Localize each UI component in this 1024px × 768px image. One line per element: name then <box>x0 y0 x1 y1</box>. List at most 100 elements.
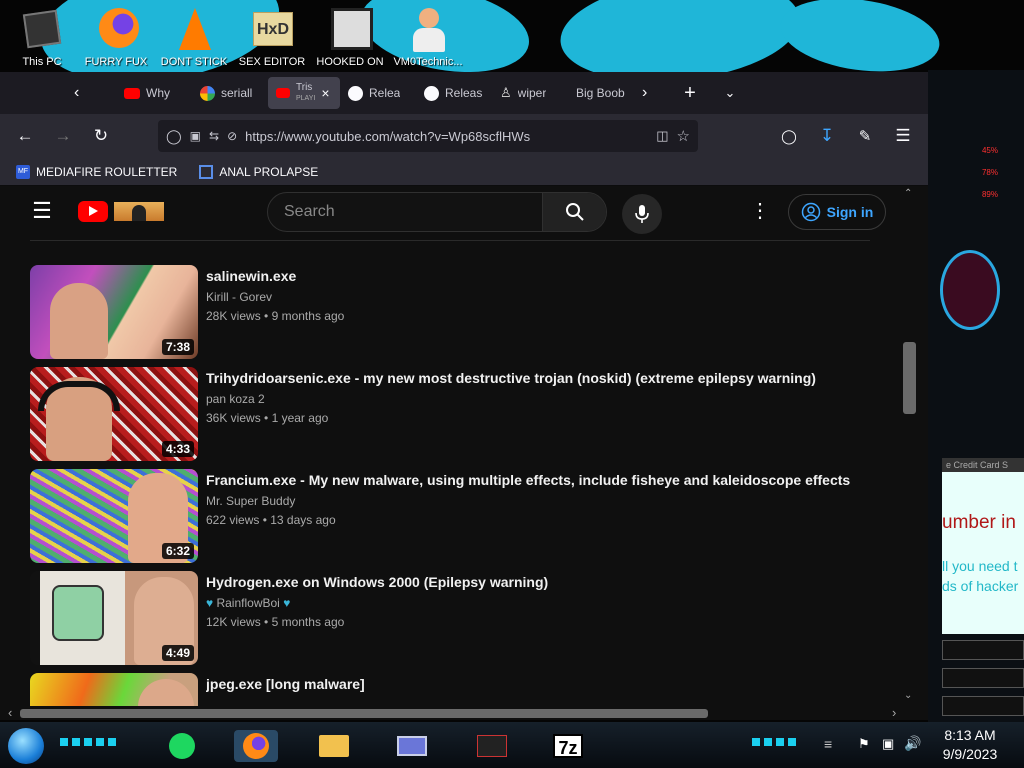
input-box[interactable] <box>942 696 1024 716</box>
tab-label: Why <box>146 86 170 100</box>
autoplay-blocked-icon[interactable]: ⊘ <box>227 129 237 143</box>
video-item[interactable]: 4:49 Hydrogen.exe on Windows 2000 (Epile… <box>30 571 890 667</box>
sign-in-button[interactable]: Sign in <box>788 194 886 230</box>
search-icon <box>565 203 584 221</box>
tab-active-video[interactable]: Tris PLAYI × <box>268 77 340 109</box>
scroll-down-arrow-icon[interactable]: ⌄ <box>904 690 912 701</box>
tab-big[interactable]: Big Boob <box>568 77 634 109</box>
horizontal-scrollbar[interactable]: ‹ › <box>0 705 918 720</box>
bookmark-mediafire-rouletter[interactable]: MF MEDIAFIRE ROULETTER <box>16 164 177 179</box>
taskbar-7zip[interactable]: 7z <box>546 730 590 762</box>
app-menu-button[interactable]: ☰ <box>888 121 918 151</box>
network-icon[interactable]: ▣ <box>882 736 894 752</box>
video-thumbnail[interactable]: 7:38 <box>30 265 198 359</box>
input-box[interactable] <box>942 640 1024 660</box>
tab-release-1[interactable]: Relea <box>340 77 416 109</box>
taskbar-terminal-app[interactable] <box>470 730 514 762</box>
search-button[interactable] <box>542 193 606 231</box>
bookmark-star-icon[interactable]: ☆ <box>677 127 690 145</box>
tab-scroll-left[interactable]: ‹ <box>66 77 116 109</box>
video-thumbnail[interactable]: 4:49 <box>30 571 198 665</box>
permissions-icon[interactable]: ⇆ <box>209 129 219 143</box>
tab-release-2[interactable]: Releas <box>416 77 492 109</box>
tab-scroll-right[interactable]: › <box>634 77 670 109</box>
volume-icon[interactable]: 🔊 <box>904 735 921 752</box>
video-age: 5 months ago <box>271 615 345 629</box>
scroll-left-arrow-icon[interactable]: ‹ <box>8 705 12 720</box>
clock[interactable]: 8:13 AM 9/9/2023 <box>934 726 1006 764</box>
desktop-icon-sex-editor[interactable]: HxD SEX EDITOR <box>236 4 308 68</box>
taskbar-notes-app[interactable] <box>160 730 204 762</box>
desktop-icon-vm0technic[interactable]: VM0Technic... <box>392 4 464 68</box>
video-channel[interactable]: Kirill - Gorev <box>206 290 886 304</box>
scroll-right-arrow-icon[interactable]: › <box>892 705 896 720</box>
video-item[interactable]: 4:33 Trihydridoarsenic.exe - my new most… <box>30 367 890 463</box>
video-item[interactable]: 7:38 salinewin.exe Kirill - Gorev 28K vi… <box>30 265 890 361</box>
downloads-button[interactable]: ↧ <box>812 121 842 151</box>
video-channel[interactable]: RainflowBoi <box>216 596 279 610</box>
taskbar-window-app[interactable] <box>390 730 434 762</box>
video-title[interactable]: Hydrogen.exe on Windows 2000 (Epilepsy w… <box>206 573 886 591</box>
7zip-icon: 7z <box>553 734 583 758</box>
video-title[interactable]: Trihydridoarsenic.exe - my new most dest… <box>206 369 886 387</box>
taskbar-file-explorer[interactable] <box>312 730 356 762</box>
video-title[interactable]: jpeg.exe [long malware] <box>206 675 886 693</box>
vertical-scrollbar[interactable]: ⌃ ⌄ <box>900 186 918 706</box>
vertical-scroll-thumb[interactable] <box>903 342 916 414</box>
pocket-button[interactable]: ◯ <box>774 121 804 151</box>
taskbar-firefox[interactable] <box>234 730 278 762</box>
gauge-value: 78% <box>981 168 998 177</box>
video-thumbnail[interactable]: 6:32 <box>30 469 198 563</box>
shield-icon[interactable]: ◯ <box>166 128 182 145</box>
lock-icon[interactable]: ▣ <box>190 129 201 143</box>
voice-search-button[interactable] <box>622 194 662 234</box>
tab-bar: ‹ Why seriall Tris PLAYI × Relea Releas <box>0 72 928 114</box>
desktop-icon-this-pc[interactable]: This PC <box>6 4 78 68</box>
youtube-logo[interactable] <box>78 201 108 222</box>
scroll-up-arrow-icon[interactable]: ⌃ <box>904 188 912 199</box>
more-options-button[interactable]: ⋮ <box>750 200 770 222</box>
bookmark-second[interactable]: ANAL PROLAPSE <box>199 164 318 179</box>
tab-wiper[interactable]: ♙ wiper <box>492 77 568 109</box>
back-button[interactable]: ← <box>10 121 40 151</box>
doodle-logo[interactable] <box>114 202 164 221</box>
start-button[interactable] <box>8 728 44 764</box>
video-channel[interactable]: Mr. Super Buddy <box>206 494 886 508</box>
video-channel[interactable]: pan koza 2 <box>206 392 886 406</box>
show-hidden-icons-button[interactable]: ≡ <box>824 736 832 752</box>
desktop-icon-hooked-on[interactable]: HOOKED ON <box>314 4 386 68</box>
reload-icon: ↻ <box>93 126 109 145</box>
url-text[interactable]: https://www.youtube.com/watch?v=Wp68scfl… <box>245 129 648 144</box>
url-bar[interactable]: ◯ ▣ ⇆ ⊘ https://www.youtube.com/watch?v=… <box>158 120 698 152</box>
new-tab-button[interactable]: + <box>670 77 710 109</box>
search-box[interactable] <box>267 192 607 232</box>
tab-seriall[interactable]: seriall <box>192 77 268 109</box>
desktop-icon-furry-fux[interactable]: FURRY FUX <box>80 4 152 68</box>
action-center-flag-icon[interactable]: ⚑ <box>858 736 870 752</box>
search-input[interactable] <box>268 203 542 221</box>
forward-button[interactable]: → <box>48 121 78 151</box>
video-title[interactable]: Francium.exe - My new malware, using mul… <box>206 471 886 489</box>
tab-why[interactable]: Why <box>116 77 192 109</box>
close-icon[interactable]: × <box>321 85 329 101</box>
picture-in-picture-icon[interactable]: ◫ <box>656 128 668 144</box>
puzzle-icon: ✎ <box>858 128 872 145</box>
video-title[interactable]: salinewin.exe <box>206 267 886 285</box>
video-item[interactable]: 6:32 Francium.exe - My new malware, usin… <box>30 469 890 565</box>
horizontal-scroll-thumb[interactable] <box>20 709 708 718</box>
firefox-menu[interactable] <box>0 77 66 109</box>
video-thumbnail[interactable] <box>30 673 198 706</box>
guide-menu-button[interactable]: ☰ <box>30 200 54 224</box>
reload-button[interactable]: ↻ <box>86 121 116 151</box>
taskbar-decoration <box>752 738 800 746</box>
video-channel-row[interactable]: ♥ RainflowBoi ♥ <box>206 596 886 610</box>
input-box[interactable] <box>942 668 1024 688</box>
video-item[interactable]: jpeg.exe [long malware] <box>30 673 890 706</box>
list-all-tabs-button[interactable]: ⌄ <box>710 77 750 109</box>
credit-card-tab[interactable]: e Credit Card S <box>942 458 1024 472</box>
extensions-button[interactable]: ✎ <box>850 121 880 151</box>
microphone-icon <box>635 205 649 223</box>
video-views: 28K views <box>206 309 261 323</box>
desktop-icon-dont-stick[interactable]: DONT STICK <box>158 4 230 68</box>
video-thumbnail[interactable]: 4:33 <box>30 367 198 461</box>
